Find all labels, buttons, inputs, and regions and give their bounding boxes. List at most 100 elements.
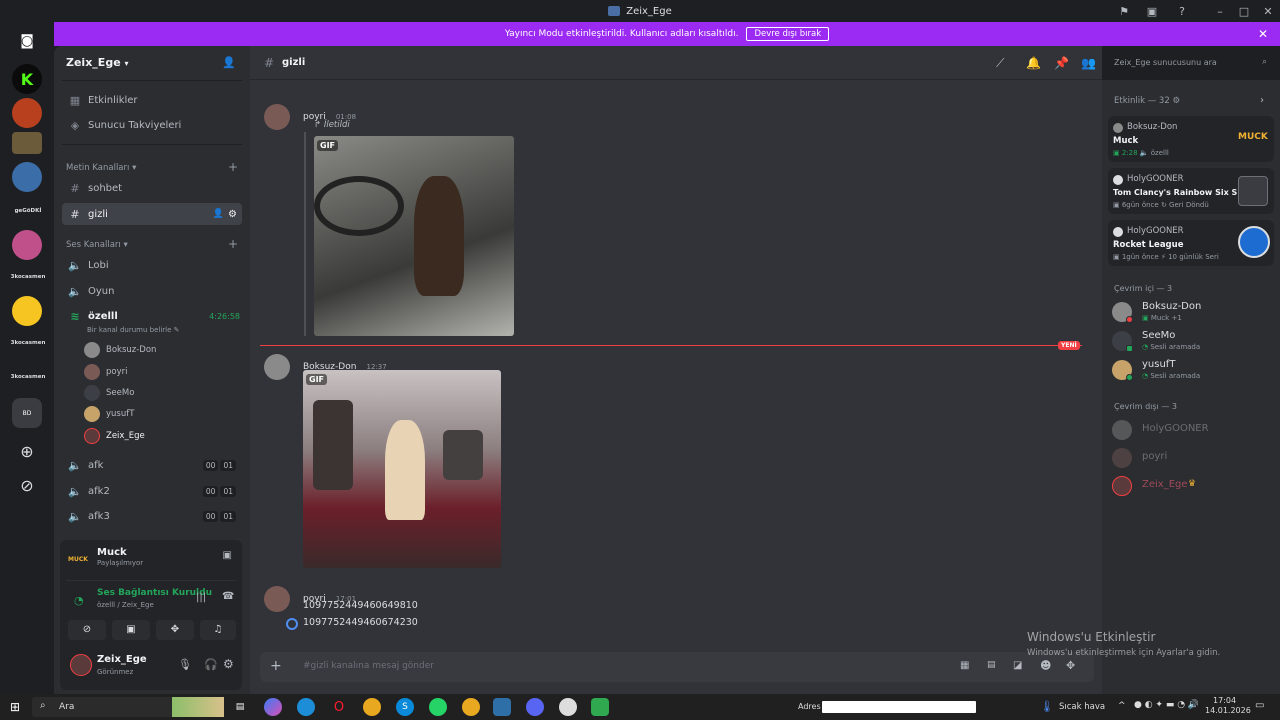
member-item[interactable]: SeeMo ◔ Sesli aramada xyxy=(1112,329,1272,355)
screen-share-button[interactable]: ▣ xyxy=(112,620,150,640)
server-icon[interactable] xyxy=(12,132,42,154)
app-icon[interactable] xyxy=(591,698,609,716)
channel-gizli[interactable]: # gizli 👤 ⚙ xyxy=(62,203,242,225)
app-icon[interactable] xyxy=(559,698,577,716)
task-view-icon[interactable]: ▤ xyxy=(231,698,249,716)
minimize-icon[interactable]: – xyxy=(1208,0,1232,22)
chevron-right-icon[interactable]: › xyxy=(1260,95,1264,106)
soundboard-button[interactable]: ♫ xyxy=(200,620,236,640)
voice-member[interactable]: SeeMo xyxy=(84,383,134,403)
address-input[interactable] xyxy=(822,701,976,713)
gif-attachment[interactable]: GIF xyxy=(303,370,501,568)
sidebar-item-events[interactable]: ▦ Etkinlikler xyxy=(62,89,242,111)
add-server-icon[interactable]: ⊕ xyxy=(12,436,42,466)
close-window-icon[interactable]: ✕ xyxy=(1256,0,1280,22)
skype-icon[interactable]: S xyxy=(396,698,414,716)
gear-icon[interactable]: ⚙ xyxy=(223,657,234,671)
activity-card[interactable]: HolyGOONER Rocket League ▣ 1gün önce ⚡ 1… xyxy=(1108,220,1274,266)
server-icon[interactable] xyxy=(12,296,42,326)
windows-start-icon[interactable]: ⊞ xyxy=(10,700,20,714)
member-item[interactable]: yusufT ◔ Sesli aramada xyxy=(1112,358,1272,384)
notification-icon[interactable]: ▭ xyxy=(1255,700,1264,711)
invite-icon[interactable]: 👤 xyxy=(222,56,236,69)
voice-channel-afk2[interactable]: 🔈 afk2 00 01 xyxy=(62,480,242,502)
gif-attachment[interactable]: GIF xyxy=(314,136,514,336)
voice-member[interactable]: poyri xyxy=(84,362,127,382)
avatar[interactable] xyxy=(264,586,290,612)
search-input[interactable]: Zeix_Ege sunucusunu ara ⌕ xyxy=(1106,53,1274,73)
invite-icon[interactable]: 👤 xyxy=(213,209,224,219)
maximize-icon[interactable]: □ xyxy=(1232,0,1256,22)
server-icon[interactable]: K xyxy=(12,64,42,94)
discord-icon[interactable] xyxy=(526,698,544,716)
copilot-icon[interactable] xyxy=(264,698,282,716)
voice-channel-oyun[interactable]: 🔈 Oyun xyxy=(62,280,242,302)
avatar[interactable] xyxy=(70,654,92,676)
server-folder-icon[interactable]: BD xyxy=(12,398,42,428)
create-channel-icon[interactable]: + xyxy=(228,160,238,174)
pin-icon[interactable]: 📌 xyxy=(1054,56,1069,70)
chrome-icon[interactable] xyxy=(462,698,480,716)
message-input[interactable]: #gizli kanalına mesaj gönder xyxy=(303,661,434,671)
weather-text[interactable]: Sıcak hava xyxy=(1059,702,1105,712)
emoji-icon[interactable]: ☻ xyxy=(1040,659,1051,672)
tray-chevron-icon[interactable]: ^ xyxy=(1118,701,1126,711)
inbox-icon[interactable]: ⚑ xyxy=(1112,0,1136,22)
headphones-icon[interactable]: 🎧 xyxy=(204,658,218,671)
member-item[interactable]: HolyGOONER xyxy=(1112,418,1272,442)
server-icon[interactable] xyxy=(12,230,42,260)
server-name[interactable]: Zeix_Ege ▾ xyxy=(66,56,129,69)
channel-sohbet[interactable]: # sohbet xyxy=(62,177,242,199)
threads-icon[interactable]: ⟋ xyxy=(996,56,1004,71)
voice-channel-afk3[interactable]: 🔈 afk3 00 01 xyxy=(62,505,242,527)
server-icon[interactable] xyxy=(12,98,42,128)
whatsapp-icon[interactable] xyxy=(429,698,447,716)
member-item[interactable]: Zeix_Ege ♛ xyxy=(1112,474,1272,498)
activity-header[interactable]: Etkinlik — 32 ⚙ xyxy=(1114,96,1180,106)
attach-icon[interactable]: + xyxy=(270,658,282,674)
member-item[interactable]: poyri xyxy=(1112,446,1272,470)
microphone-icon[interactable]: 🎙 xyxy=(178,658,192,671)
members-icon[interactable]: 👥 xyxy=(1081,56,1096,70)
disconnect-icon[interactable]: ☎ xyxy=(222,591,234,602)
camera-off-button[interactable]: ⊘ xyxy=(68,620,106,640)
voice-status[interactable]: Ses Bağlantısı Kuruldu xyxy=(97,588,212,598)
activities-button[interactable]: ✥ xyxy=(156,620,194,640)
voice-member[interactable]: Boksuz-Don xyxy=(84,340,156,360)
category-text-channels[interactable]: Metin Kanalları ▾ xyxy=(66,163,136,173)
voice-channel-afk[interactable]: 🔈 afk 00 01 xyxy=(62,454,242,476)
chrome-icon[interactable] xyxy=(363,698,381,716)
gif-icon[interactable]: ▤ xyxy=(987,660,996,670)
sidebar-item-boosts[interactable]: ◈ Sunucu Takviyeleri xyxy=(62,114,242,136)
disable-streamer-mode-button[interactable]: Devre dışı bırak xyxy=(746,27,830,41)
taskbar-search[interactable]: ⌕ Ara xyxy=(32,697,224,717)
activity-card[interactable]: HolyGOONER Tom Clancy's Rainbow Six S...… xyxy=(1108,168,1274,214)
discover-icon[interactable]: ⊘ xyxy=(12,470,42,500)
voice-member[interactable]: yusufT xyxy=(84,404,134,424)
activity-card[interactable]: Boksuz-Don Muck ▣ 2:28 🔈 özelll MUCK xyxy=(1108,116,1274,162)
avatar[interactable] xyxy=(264,354,290,380)
avatar[interactable] xyxy=(264,104,290,130)
home-icon[interactable]: ◙ xyxy=(12,26,42,56)
edge-icon[interactable] xyxy=(297,698,315,716)
help-icon[interactable]: ? xyxy=(1170,0,1194,22)
noise-icon[interactable]: ||| xyxy=(196,592,206,603)
create-channel-icon[interactable]: + xyxy=(228,237,238,251)
member-item[interactable]: Boksuz-Don ▣ Muck +1 xyxy=(1112,300,1272,326)
voice-member[interactable]: Zeix_Ege xyxy=(84,426,145,446)
gift-icon[interactable]: ▦ xyxy=(960,660,969,671)
apps-icon[interactable]: ✥ xyxy=(1066,659,1075,672)
app-icon[interactable] xyxy=(493,698,511,716)
category-voice-channels[interactable]: Ses Kanalları ▾ xyxy=(66,240,128,250)
opera-icon[interactable]: O xyxy=(330,698,348,716)
server-icon[interactable] xyxy=(12,162,42,192)
voice-channel-ozelll[interactable]: ≋ özelll 4:26:58 xyxy=(62,305,242,327)
bell-icon[interactable]: 🔔 xyxy=(1026,56,1041,70)
channel-status[interactable]: Bir kanal durumu belirle ✎ xyxy=(87,326,180,334)
voice-channel-lobi[interactable]: 🔈 Lobi xyxy=(62,254,242,276)
screen-icon[interactable]: ▣ xyxy=(1140,0,1164,22)
close-banner-icon[interactable]: ✕ xyxy=(1258,27,1268,41)
stream-icon[interactable]: ▣ xyxy=(223,550,232,561)
sticker-icon[interactable]: ◪ xyxy=(1013,660,1022,671)
tray-icons[interactable]: ● ◐ ✦ ▬ ◔ 🔊 xyxy=(1134,700,1199,710)
